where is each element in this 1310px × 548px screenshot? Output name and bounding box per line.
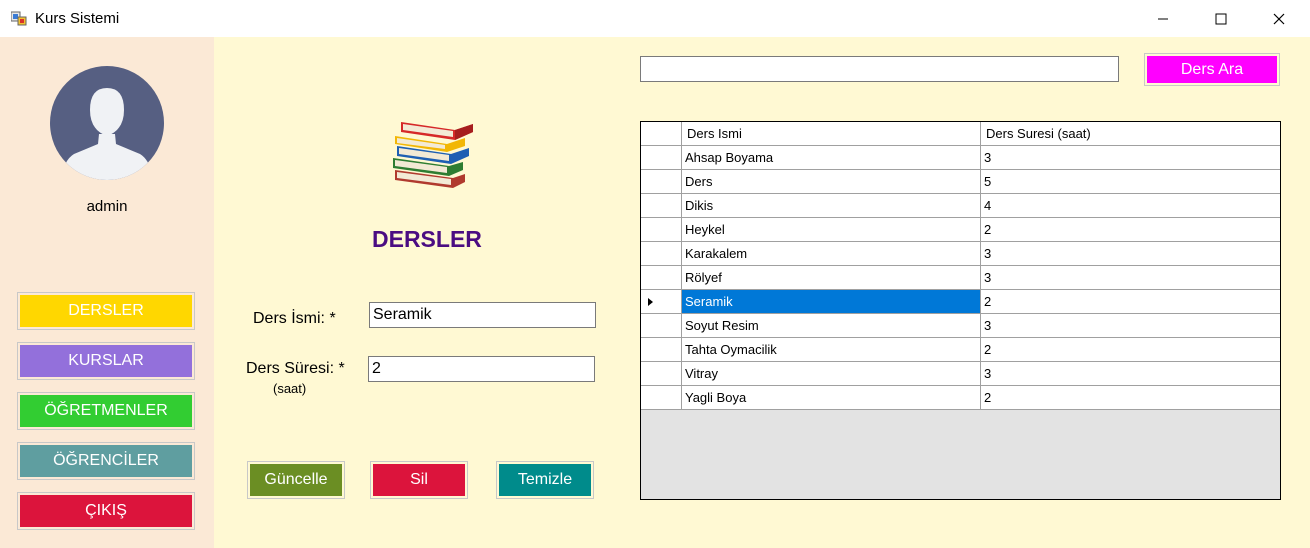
delete-button-label: Sil <box>373 464 465 496</box>
cell-course-duration[interactable]: 3 <box>981 362 1280 386</box>
delete-button[interactable]: Sil <box>370 461 468 499</box>
nav-button-label: ÖĞRENCİLER <box>20 445 192 477</box>
row-header[interactable] <box>641 290 682 314</box>
table-row[interactable]: Soyut Resim 3 <box>641 314 1280 338</box>
row-header[interactable] <box>641 266 682 290</box>
cell-course-duration[interactable]: 2 <box>981 386 1280 410</box>
course-duration-input[interactable] <box>368 356 595 382</box>
row-header[interactable] <box>641 218 682 242</box>
cell-course-duration[interactable]: 3 <box>981 146 1280 170</box>
row-header[interactable] <box>641 386 682 410</box>
table-row[interactable]: Karakalem 3 <box>641 242 1280 266</box>
cell-course-duration[interactable]: 2 <box>981 290 1280 314</box>
cell-course-duration[interactable]: 3 <box>981 314 1280 338</box>
user-avatar-icon <box>60 88 154 180</box>
window-title: Kurs Sistemi <box>35 10 120 27</box>
sidebar: admin DERSLER KURSLAR ÖĞRETMENLER ÖĞRENC… <box>0 37 214 548</box>
table-row[interactable]: Ders 5 <box>641 170 1280 194</box>
cell-course-name[interactable]: Soyut Resim <box>682 314 981 338</box>
table-row[interactable]: Dikis 4 <box>641 194 1280 218</box>
close-icon <box>1273 13 1285 24</box>
clear-button[interactable]: Temizle <box>496 461 594 499</box>
cell-course-name[interactable]: Ders <box>682 170 981 194</box>
nav-button-label: KURSLAR <box>20 345 192 377</box>
cell-course-name[interactable]: Tahta Oymacilik <box>682 338 981 362</box>
table-row[interactable]: Ahsap Boyama 3 <box>641 146 1280 170</box>
cell-course-name[interactable]: Ahsap Boyama <box>682 146 981 170</box>
row-header[interactable] <box>641 146 682 170</box>
row-header-corner <box>641 122 682 145</box>
course-name-input[interactable] <box>369 302 596 328</box>
table-row[interactable]: Tahta Oymacilik 2 <box>641 338 1280 362</box>
title-bar: Kurs Sistemi <box>0 0 1310 37</box>
cell-course-name[interactable]: Yagli Boya <box>682 386 981 410</box>
row-header[interactable] <box>641 170 682 194</box>
nav-button-label: ÖĞRETMENLER <box>20 395 192 427</box>
close-button[interactable] <box>1250 0 1308 37</box>
cell-course-duration[interactable]: 3 <box>981 242 1280 266</box>
cell-course-duration[interactable]: 2 <box>981 218 1280 242</box>
cell-course-name[interactable]: Heykel <box>682 218 981 242</box>
minimize-icon <box>1158 18 1168 19</box>
nav-ogrenciler-button[interactable]: ÖĞRENCİLER <box>17 442 195 480</box>
row-header[interactable] <box>641 242 682 266</box>
course-duration-label: Ders Süresi: * <box>246 360 345 377</box>
row-header[interactable] <box>641 194 682 218</box>
row-header[interactable] <box>641 314 682 338</box>
table-row[interactable]: Heykel 2 <box>641 218 1280 242</box>
nav-dersler-button[interactable]: DERSLER <box>17 292 195 330</box>
cell-course-name[interactable]: Karakalem <box>682 242 981 266</box>
row-header[interactable] <box>641 338 682 362</box>
cell-course-name[interactable]: Dikis <box>682 194 981 218</box>
minimize-button[interactable] <box>1134 0 1192 37</box>
current-row-arrow-icon <box>648 298 653 306</box>
cell-course-duration[interactable]: 2 <box>981 338 1280 362</box>
search-button-label: Ders Ara <box>1147 56 1277 83</box>
nav-cikis-button[interactable]: ÇIKIŞ <box>17 492 195 530</box>
avatar <box>50 66 164 180</box>
course-name-label: Ders İsmi: * <box>253 310 336 327</box>
cell-course-name[interactable]: Seramik <box>682 290 981 314</box>
update-button[interactable]: Güncelle <box>247 461 345 499</box>
cell-course-duration[interactable]: 5 <box>981 170 1280 194</box>
table-row[interactable]: Vitray 3 <box>641 362 1280 386</box>
duration-unit-label: (saat) <box>273 381 307 396</box>
update-button-label: Güncelle <box>250 464 342 496</box>
maximize-button[interactable] <box>1192 0 1250 37</box>
nav-kurslar-button[interactable]: KURSLAR <box>17 342 195 380</box>
column-header-name[interactable]: Ders Ismi <box>682 122 981 145</box>
nav-button-label: DERSLER <box>20 295 192 327</box>
cell-course-name[interactable]: Rölyef <box>682 266 981 290</box>
app-icon <box>11 11 27 26</box>
username-label: admin <box>86 198 128 215</box>
page-title: DERSLER <box>372 226 482 252</box>
column-header-duration[interactable]: Ders Suresi (saat) <box>981 122 1280 145</box>
clear-button-label: Temizle <box>499 464 591 496</box>
nav-button-label: ÇIKIŞ <box>20 495 192 527</box>
grid-header: Ders Ismi Ders Suresi (saat) <box>641 122 1280 146</box>
table-row-selected[interactable]: Seramik 2 <box>641 290 1280 314</box>
search-button[interactable]: Ders Ara <box>1144 53 1280 86</box>
cell-course-duration[interactable]: 4 <box>981 194 1280 218</box>
search-input[interactable] <box>640 56 1119 82</box>
row-header[interactable] <box>641 362 682 386</box>
cell-course-duration[interactable]: 3 <box>981 266 1280 290</box>
courses-grid[interactable]: Ders Ismi Ders Suresi (saat) Ahsap Boyam… <box>640 121 1281 500</box>
books-icon <box>393 122 473 188</box>
maximize-icon <box>1215 13 1227 24</box>
nav-ogretmenler-button[interactable]: ÖĞRETMENLER <box>17 392 195 430</box>
cell-course-name[interactable]: Vitray <box>682 362 981 386</box>
table-row[interactable]: Yagli Boya 2 <box>641 386 1280 410</box>
table-row[interactable]: Rölyef 3 <box>641 266 1280 290</box>
